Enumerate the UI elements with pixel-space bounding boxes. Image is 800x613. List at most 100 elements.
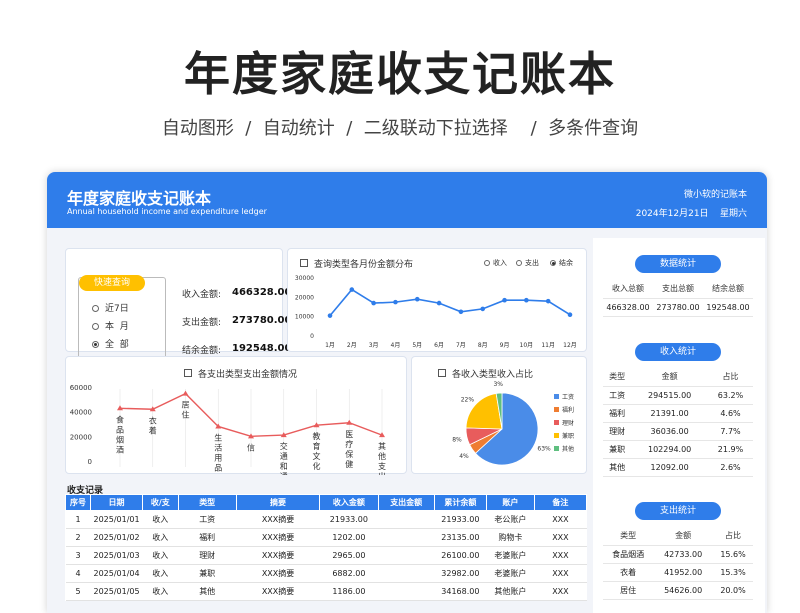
legend-label: 兼职 — [562, 432, 574, 440]
legend-label: 工资 — [562, 393, 574, 401]
legend-label: 其他 — [562, 445, 574, 453]
data-point — [349, 287, 355, 292]
category-label: 通 — [280, 471, 288, 475]
income_stats-header-row: 类型 金额 占比 — [603, 368, 753, 387]
x-tick-label: 4月 — [391, 342, 401, 349]
expense-line-chart: 0200004000060000食品烟酒衣着居住生活用品信交通和通教育文化医疗保… — [70, 384, 386, 475]
data-point — [414, 296, 420, 302]
y-tick-label: 20000 — [70, 433, 92, 441]
category-label: 疗 — [345, 439, 353, 449]
income-stats-title: 收入统计 — [635, 343, 721, 361]
x-tick-label: 1月 — [325, 342, 335, 349]
data-point — [545, 298, 551, 304]
table-row: 其他 12092.00 2.6% — [603, 458, 753, 477]
category-label: 文 — [313, 451, 321, 461]
data-point — [480, 306, 486, 312]
table-row: 1 2025/01/01 收入 工资 XXX摘要 21933.00 21933.00 老公账户… — [65, 510, 587, 529]
dashboard: 快速查询 近7日 本 月 全 部 收入金额: 466328.00 支出金额: 273… — [47, 228, 767, 613]
y-tick-label: 0 — [310, 333, 314, 340]
legend-swatch — [554, 420, 559, 425]
ledger-column-header: 收/支 — [142, 494, 179, 511]
y-tick-label: 10000 — [295, 314, 314, 321]
category-label: 医 — [345, 430, 353, 439]
data-point — [371, 300, 376, 306]
header-author: 微小软的记账本 — [683, 190, 747, 200]
hero-title: 年度家庭收支记账本 — [184, 47, 616, 101]
x-tick-label: 6月 — [434, 342, 444, 349]
y-tick-label: 40000 — [70, 409, 92, 417]
ledger-column-header: 累计余额 — [433, 494, 487, 511]
quick-query-panel: 快速查询 近7日 本 月 全 部 收入金额: 466328.00 支出金额: 273… — [65, 248, 292, 361]
slice-percent-label: 22% — [461, 397, 475, 404]
stats-value-row: 466328.00 273780.00 192548.00 — [603, 298, 753, 317]
table-row: 食品烟酒 42733.00 15.6% — [603, 545, 753, 564]
category-label: 活 — [214, 442, 222, 452]
ledger-column-header: 支出金额 — [377, 494, 435, 511]
x-tick-label: 2月 — [347, 342, 357, 349]
balance-amount: 结余金额: 192548.00 — [182, 343, 292, 356]
hero-subtitle: 自动图形 / 自动统计 / 二级联动下拉选择 / 多条件查询 — [161, 118, 639, 139]
expense_stats-header-row: 类型 金额 占比 — [603, 527, 753, 546]
header-date: 2024年12月21日 星期六 — [635, 209, 747, 219]
data-point — [567, 312, 573, 317]
ledger-column-header: 日期 — [89, 494, 144, 511]
legend-swatch — [554, 446, 559, 451]
category-label: 教 — [313, 431, 321, 441]
table-row: 衣着 41952.00 15.3% — [603, 563, 753, 582]
expense-stats-table: 类型 金额 占比 食品烟酒 42733.00 15.6% 衣着 41952.00 15.3% 居住… — [603, 527, 753, 600]
data-point — [524, 297, 529, 303]
expense-amount: 支出金额: 273780.00 — [182, 315, 292, 328]
legend-swatch — [554, 394, 559, 399]
x-tick-label: 8月 — [478, 342, 488, 349]
slice-percent-label: 8% — [452, 437, 462, 444]
category-label: 衣 — [149, 415, 157, 425]
legend-label: 福利 — [562, 406, 574, 414]
income-pie-panel: 各收入类型收入占比 63% 4% 8% 22% 3% 工资 福利 理财 兼职 其他 — [411, 356, 587, 474]
stats-header-row: 收入总额 支出总额 结余总额 — [603, 280, 753, 299]
ledger-column-header: 备注 — [533, 494, 588, 511]
slice-percent-label: 3% — [493, 381, 503, 388]
x-tick-label: 12月 — [563, 342, 577, 349]
x-tick-label: 5月 — [412, 342, 422, 349]
data-point — [502, 297, 507, 303]
radio-this-month[interactable]: 本 月 — [92, 319, 129, 332]
y-tick-label: 20000 — [295, 294, 314, 301]
category-label: 他 — [378, 451, 386, 461]
income-stats-table: 类型 金额 占比 工资 294515.00 63.2% 福利 21391.00 4.6% 理财 36… — [603, 368, 753, 477]
ledger-column-header: 类型 — [177, 494, 237, 511]
data-point — [458, 309, 464, 315]
y-tick-label: 0 — [88, 458, 92, 466]
ledger-column-header: 收入金额 — [319, 494, 379, 511]
stats-table: 收入总额 支出总额 结余总额 466328.00 273780.00 192548.00 — [603, 280, 753, 317]
monthly-chart-panel: 查询类型各月份金额分布 收入 支出 结余 0 10000 20000 30000 1月 2… — [287, 248, 587, 352]
category-label: 酒 — [116, 445, 124, 454]
header-subtitle-en: Annual household income and expenditure … — [67, 207, 267, 216]
table-row: 4 2025/01/04 收入 兼职 XXX摘要 6882.00 32982.00 老婆账户 X… — [65, 564, 587, 583]
ledger-table: 序号 日期 收/支 类型 摘要 收入金额 支出金额 累计余额 账户 备注 1 2025/01/01 收… — [65, 494, 588, 601]
header-title: 年度家庭收支记账本 — [67, 189, 212, 208]
radio-all[interactable]: 全 部 — [92, 337, 129, 350]
table-row: 福利 21391.00 4.6% — [603, 404, 753, 423]
category-label: 品 — [214, 463, 222, 472]
stats-side-panel: 数据统计 收入总额 支出总额 结余总额 466328.00 273780.00 1925… — [593, 238, 765, 613]
ledger-header-row: 序号 日期 收/支 类型 摘要 收入金额 支出金额 累计余额 账户 备注 — [65, 494, 588, 511]
header-bar: 年度家庭收支记账本 Annual household income and ex… — [47, 172, 767, 228]
slice-percent-label: 4% — [459, 453, 469, 460]
x-tick-label: 11月 — [541, 342, 555, 349]
quick-query-tag: 快速查询 — [79, 275, 145, 291]
ledger-body: 1 2025/01/01 收入 工资 XXX摘要 21933.00 21933.00 老公账户… — [65, 510, 587, 601]
category-label: 生 — [214, 432, 222, 442]
radio-last-7-days[interactable]: 近7日 — [92, 301, 129, 314]
category-label: 烟 — [116, 435, 124, 444]
series-line — [329, 288, 571, 317]
data-point — [182, 390, 189, 396]
slice-percent-label: 63% — [537, 446, 551, 453]
category-label: 化 — [313, 461, 321, 471]
stats-title: 数据统计 — [635, 255, 721, 273]
ledger-column-header: 序号 — [65, 494, 91, 511]
ledger-window: 年度家庭收支记账本 Annual household income and ex… — [47, 172, 767, 613]
income-amount: 收入金额: 466328.00 — [182, 287, 292, 300]
monthly-line-chart: 0 10000 20000 30000 1月 2月 3月 4月 5月 6月 7月 8月 9月 10月 11月… — [295, 275, 577, 349]
table-row: 5 2025/01/05 收入 其他 XXX摘要 1186.00 34168.00 其他账户 X… — [65, 582, 587, 601]
x-tick-label: 7月 — [456, 342, 466, 349]
